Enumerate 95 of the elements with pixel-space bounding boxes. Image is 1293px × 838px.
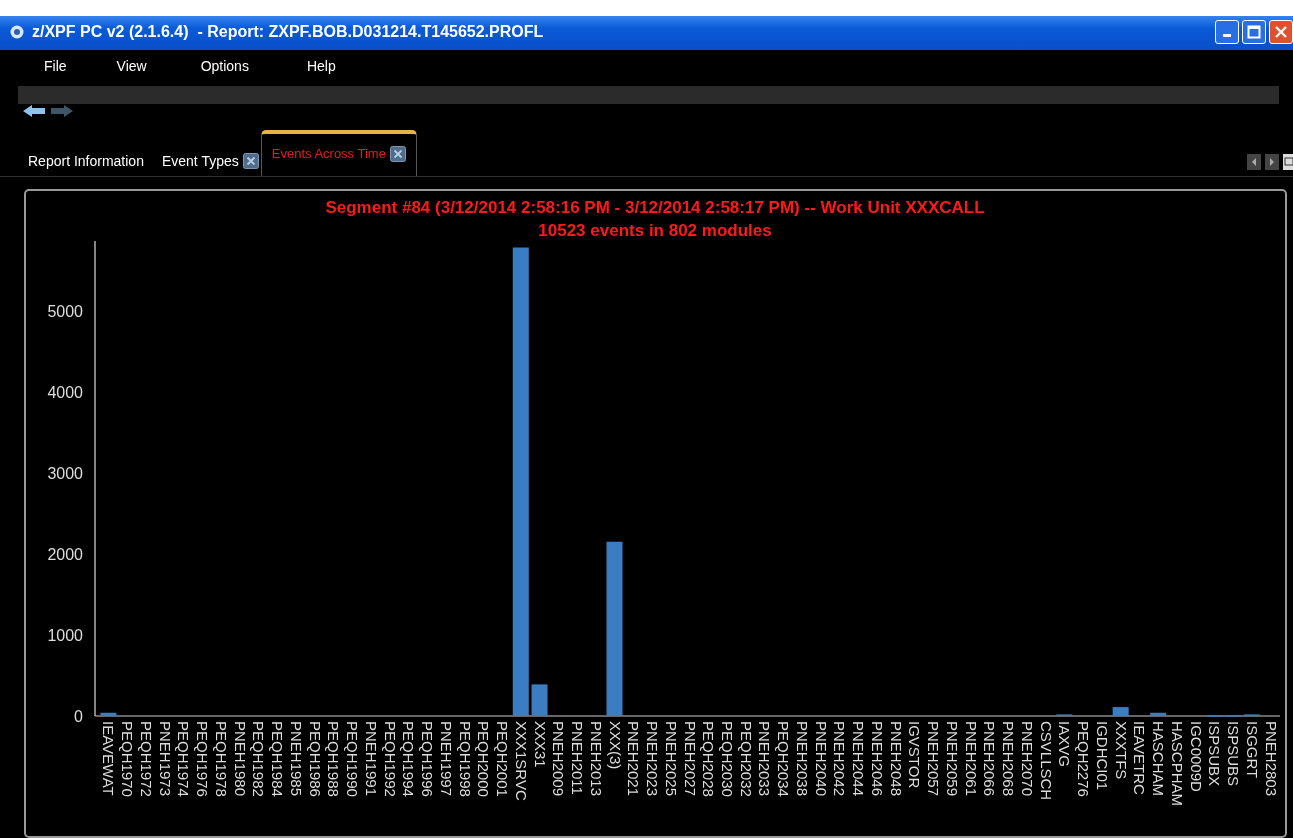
- x-tick-label: PNEH2027: [681, 720, 699, 796]
- x-tick-label: PEQH1970: [119, 720, 137, 797]
- x-tick-label: IEAVEWAT: [100, 720, 118, 796]
- x-tick-label: PEQH2028: [700, 720, 718, 797]
- scroll-right-icon[interactable]: [1265, 153, 1279, 170]
- y-tick-label: 4000: [47, 383, 83, 401]
- x-tick-label: PNEH2044: [850, 720, 868, 796]
- menu-item[interactable]: Options: [200, 57, 249, 74]
- close-tab-icon[interactable]: [389, 145, 406, 162]
- x-tick-label: IGVSTOR: [906, 720, 924, 789]
- x-tick-label: PNEH2033: [756, 720, 774, 796]
- x-tick-label: XXX31: [531, 720, 549, 768]
- x-tick-label: PEQH1994: [400, 720, 418, 797]
- x-tick-label: PEQH1996: [419, 720, 437, 797]
- x-tick-label: PNEH1985: [287, 720, 305, 796]
- x-tick-label: PNEH2042: [831, 720, 849, 796]
- x-tick-label: HASCHAM: [1150, 720, 1168, 796]
- x-tick-label: XXX(3): [606, 720, 624, 770]
- x-tick-label: PNEH1991: [362, 720, 380, 796]
- x-tick-label: PNEH2057: [925, 720, 943, 796]
- x-tick-label: PEQH1978: [212, 720, 230, 797]
- menu-item[interactable]: File: [44, 57, 67, 74]
- bar: [1150, 712, 1167, 716]
- maximize-icon: [1247, 24, 1261, 39]
- x-tick-label: ISPSUBX: [1206, 720, 1224, 786]
- x-tick-label: ISPSUBS: [1225, 720, 1243, 786]
- x-tick-label: PEQH2030: [719, 720, 736, 797]
- y-tick-label: 0: [74, 707, 83, 725]
- x-tick-label: PNEH2066: [981, 720, 999, 796]
- x-tick-label: PNEH2025: [662, 720, 680, 796]
- close-tab-icon[interactable]: [242, 152, 259, 169]
- x-tick-label: IGDHCI01: [1093, 720, 1111, 790]
- menu-item[interactable]: View: [116, 57, 147, 74]
- x-tick-label: PNEH2009: [550, 720, 568, 796]
- maximize-button[interactable]: [1242, 19, 1266, 44]
- menu-item[interactable]: Help: [306, 57, 336, 74]
- chart-subtitle: 10523 events in 802 modules: [538, 220, 772, 240]
- x-tick-label: PEQH1984: [269, 720, 287, 797]
- app-icon: [10, 24, 24, 39]
- x-tick-label: IAXVG: [1056, 720, 1074, 767]
- tab-list-icon[interactable]: [1283, 153, 1293, 170]
- x-tick-label: PEQH2000: [475, 720, 493, 797]
- x-tick-label: HASCPHAM: [1168, 720, 1186, 806]
- x-tick-label: PEQH1982: [250, 720, 268, 797]
- x-tick-label: PNEH2021: [625, 720, 643, 796]
- y-tick-label: 2000: [47, 545, 83, 563]
- x-tick-label: IEAVETRC: [1131, 720, 1149, 795]
- x-tick-label: CSVLLSCH: [1037, 720, 1055, 800]
- tab[interactable]: Events Across Time: [260, 129, 417, 176]
- x-tick-label: PNEH2048: [887, 720, 905, 796]
- x-tick-label: PNEH2803: [1262, 720, 1280, 796]
- bar: [100, 712, 117, 716]
- x-tick-label: PNEH2011: [569, 720, 586, 795]
- x-tick-label: PNEH2059: [943, 720, 961, 796]
- y-tick-label: 1000: [47, 626, 83, 644]
- window-title: z/XPF PC v2 (2.1.6.4) - Report: ZXPF.BOB.D031214.T145652.PROFL: [32, 22, 544, 41]
- x-tick-label: PEQH1992: [381, 720, 399, 797]
- x-tick-label: PNEH2023: [644, 720, 661, 796]
- x-tick-label: PNEH2040: [812, 720, 830, 796]
- x-tick-label: PEQH1990: [344, 720, 362, 797]
- bar: [1112, 706, 1129, 716]
- x-tick-label: XXXTFS: [1112, 720, 1130, 780]
- x-tick-label: PEQH1974: [175, 720, 193, 797]
- chart-title: Segment #84 (3/12/2014 2:58:16 PM - 3/12/2014 2:58:17 PM) -- Work Unit XXXCALL: [325, 197, 985, 217]
- minimize-icon: [1223, 34, 1231, 38]
- x-tick-label: IGC0009D: [1187, 720, 1205, 792]
- x-tick-label: PEQH1972: [137, 720, 155, 797]
- tab[interactable]: Report Information: [28, 152, 144, 176]
- x-tick-label: PNEH1997: [437, 720, 455, 796]
- x-tick-label: ISGGRT: [1243, 720, 1261, 779]
- x-tick-label: PEQH1986: [306, 720, 324, 797]
- x-tick-label: XXX1SRVC: [512, 720, 530, 801]
- x-tick-label: PNEH2038: [794, 720, 811, 796]
- x-tick-label: PEQH1976: [194, 720, 212, 797]
- x-tick-label: PNEH1980: [231, 720, 249, 796]
- x-tick-label: PNEH2070: [1018, 720, 1036, 796]
- x-tick-label: PEQH2032: [737, 720, 755, 797]
- x-tick-label: PEQH1988: [325, 720, 343, 797]
- x-tick-label: PEQH2276: [1075, 720, 1093, 797]
- x-tick-label: PEQH2001: [494, 720, 512, 797]
- scroll-left-icon[interactable]: [1247, 153, 1261, 170]
- tab[interactable]: Event Types: [161, 152, 259, 176]
- x-tick-label: PNEH1973: [156, 720, 174, 796]
- x-tick-label: PNEH2061: [962, 720, 980, 796]
- x-tick-label: PNEH2013: [587, 720, 605, 796]
- bar: [531, 684, 548, 716]
- x-tick-label: PNEH2068: [1000, 720, 1018, 796]
- close-icon: [1274, 24, 1288, 39]
- x-tick-label: PEQH1998: [456, 720, 474, 797]
- close-button[interactable]: [1269, 19, 1293, 44]
- minimize-button[interactable]: [1215, 19, 1239, 44]
- y-tick-label: 3000: [47, 464, 83, 482]
- y-tick-label: 5000: [47, 302, 83, 320]
- x-tick-label: PEQH2034: [775, 720, 793, 797]
- x-tick-label: PNEH2046: [868, 720, 886, 796]
